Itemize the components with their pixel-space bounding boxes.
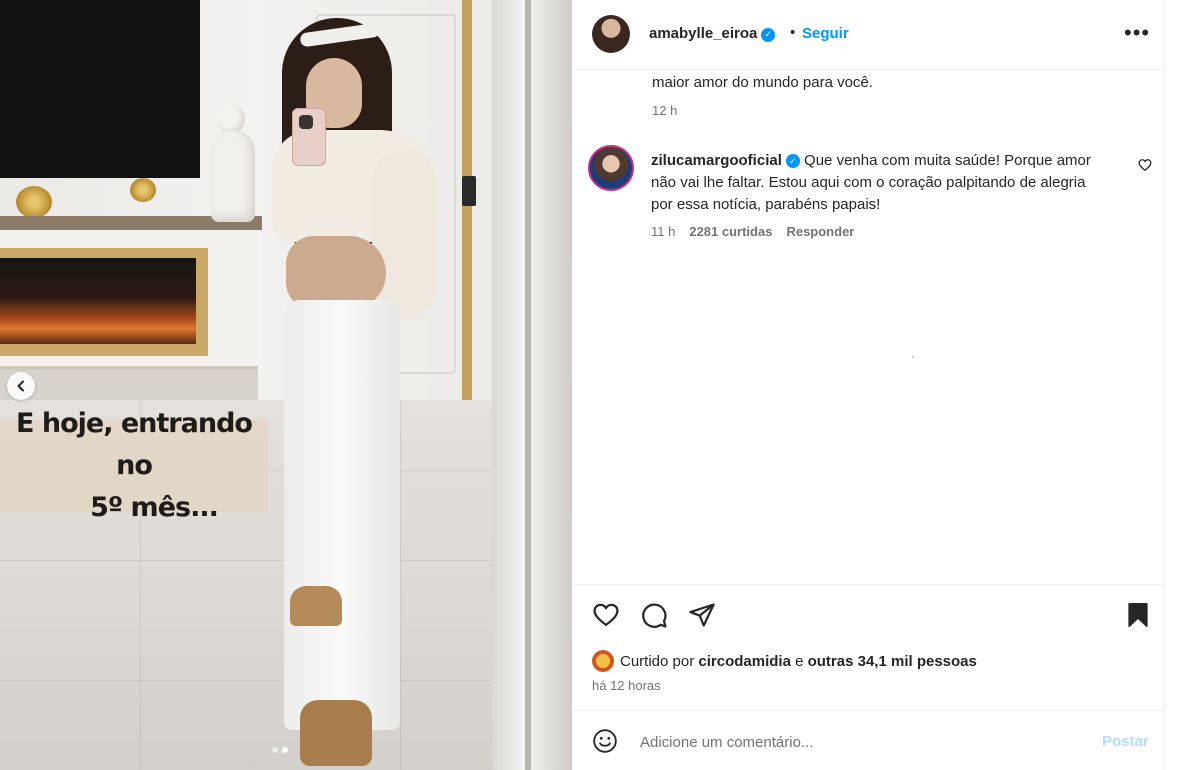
- verified-badge-icon: ✓: [761, 27, 776, 42]
- angel-statue: [207, 104, 259, 222]
- liker-username[interactable]: circodamidia: [698, 653, 791, 670]
- emoji-button[interactable]: [592, 728, 618, 759]
- commenter-username[interactable]: zilucamargooficial: [651, 152, 782, 169]
- commenter-avatar[interactable]: [588, 145, 634, 191]
- carousel-dot: [272, 747, 278, 753]
- comment-icon: [642, 603, 667, 628]
- divider: [572, 584, 1164, 585]
- caption-line-2: 5º mês...: [90, 492, 219, 523]
- decor-ornament: [16, 186, 52, 218]
- likes-summary: Curtido por circodamidia e outras 34,1 m…: [592, 650, 977, 672]
- verified-badge-icon: ✓: [785, 154, 800, 168]
- comment-input[interactable]: [640, 730, 1080, 754]
- carousel-indicator: [272, 747, 288, 753]
- separator: •: [790, 24, 796, 41]
- caption-line-1: E hoje, entrando no: [16, 408, 253, 481]
- previous-comment-text: maior amor do mundo para você.: [652, 74, 873, 91]
- post-details-panel: amabylle_eiroa ✓ • Seguir ••• maior amor …: [572, 0, 1164, 770]
- comment-like-button[interactable]: [1138, 158, 1152, 177]
- follow-button[interactable]: Seguir: [802, 25, 849, 42]
- television: [0, 0, 200, 178]
- likes-count-link[interactable]: outras 34,1 mil pessoas: [808, 653, 977, 670]
- post-image[interactable]: E hoje, entrando no 5º mês...: [0, 0, 572, 770]
- post-timestamp[interactable]: há 12 horas: [592, 678, 661, 693]
- comment-meta: 11 h 2281 curtidas Responder: [651, 224, 854, 239]
- share-icon: [689, 603, 715, 627]
- post-header: amabylle_eiroa ✓ • Seguir •••: [572, 0, 1164, 70]
- carousel-prev-button[interactable]: [7, 372, 35, 400]
- save-button[interactable]: [1124, 601, 1152, 634]
- panel-border: [1164, 0, 1165, 770]
- phone: [292, 108, 326, 166]
- mirror-frame: [492, 0, 572, 770]
- divider: [572, 710, 1164, 711]
- post-comment-button[interactable]: Postar: [1102, 733, 1149, 750]
- carousel-dot-active: [282, 747, 288, 753]
- author-avatar[interactable]: [592, 15, 630, 53]
- bookmark-icon: [1128, 603, 1148, 627]
- comment-time[interactable]: 11 h: [651, 224, 675, 239]
- heart-icon: [1138, 159, 1152, 172]
- chevron-left-icon: [17, 380, 24, 392]
- reply-button[interactable]: Responder: [786, 224, 854, 239]
- image-caption: E hoje, entrando no 5º mês...: [0, 408, 268, 523]
- heart-icon: [593, 603, 619, 627]
- more-options-icon[interactable]: •••: [1124, 20, 1150, 46]
- person-figure: [262, 0, 462, 770]
- like-button[interactable]: [592, 601, 620, 634]
- comment-body: zilucamargooficial ✓ Que venha com muita …: [651, 150, 1091, 216]
- fireplace: [0, 248, 208, 356]
- decor-ornament: [130, 178, 156, 202]
- comment-likes[interactable]: 2281 curtidas: [689, 224, 772, 239]
- liker-avatar[interactable]: [592, 650, 614, 672]
- emoji-icon: [593, 729, 617, 753]
- previous-comment-time[interactable]: 12 h: [652, 103, 677, 118]
- door-lock: [462, 176, 476, 206]
- share-button[interactable]: [688, 601, 716, 634]
- author-username[interactable]: amabylle_eiroa ✓: [649, 25, 776, 42]
- comment-button[interactable]: [640, 601, 668, 634]
